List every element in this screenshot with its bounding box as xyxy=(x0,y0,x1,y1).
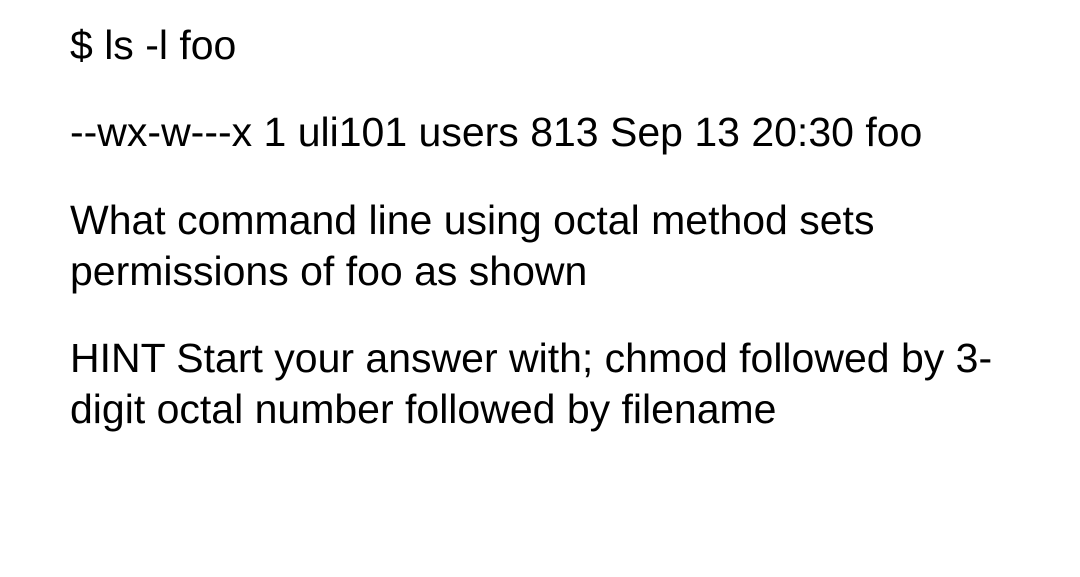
shell-command-line: $ ls -l foo xyxy=(70,20,1010,71)
question-prompt: What command line using octal method set… xyxy=(70,195,1010,298)
ls-output-line: --wx-w---x 1 uli101 users 813 Sep 13 20:… xyxy=(70,107,1010,158)
question-document: $ ls -l foo --wx-w---x 1 uli101 users 81… xyxy=(0,0,1080,456)
question-hint: HINT Start your answer with; chmod follo… xyxy=(70,333,1010,436)
